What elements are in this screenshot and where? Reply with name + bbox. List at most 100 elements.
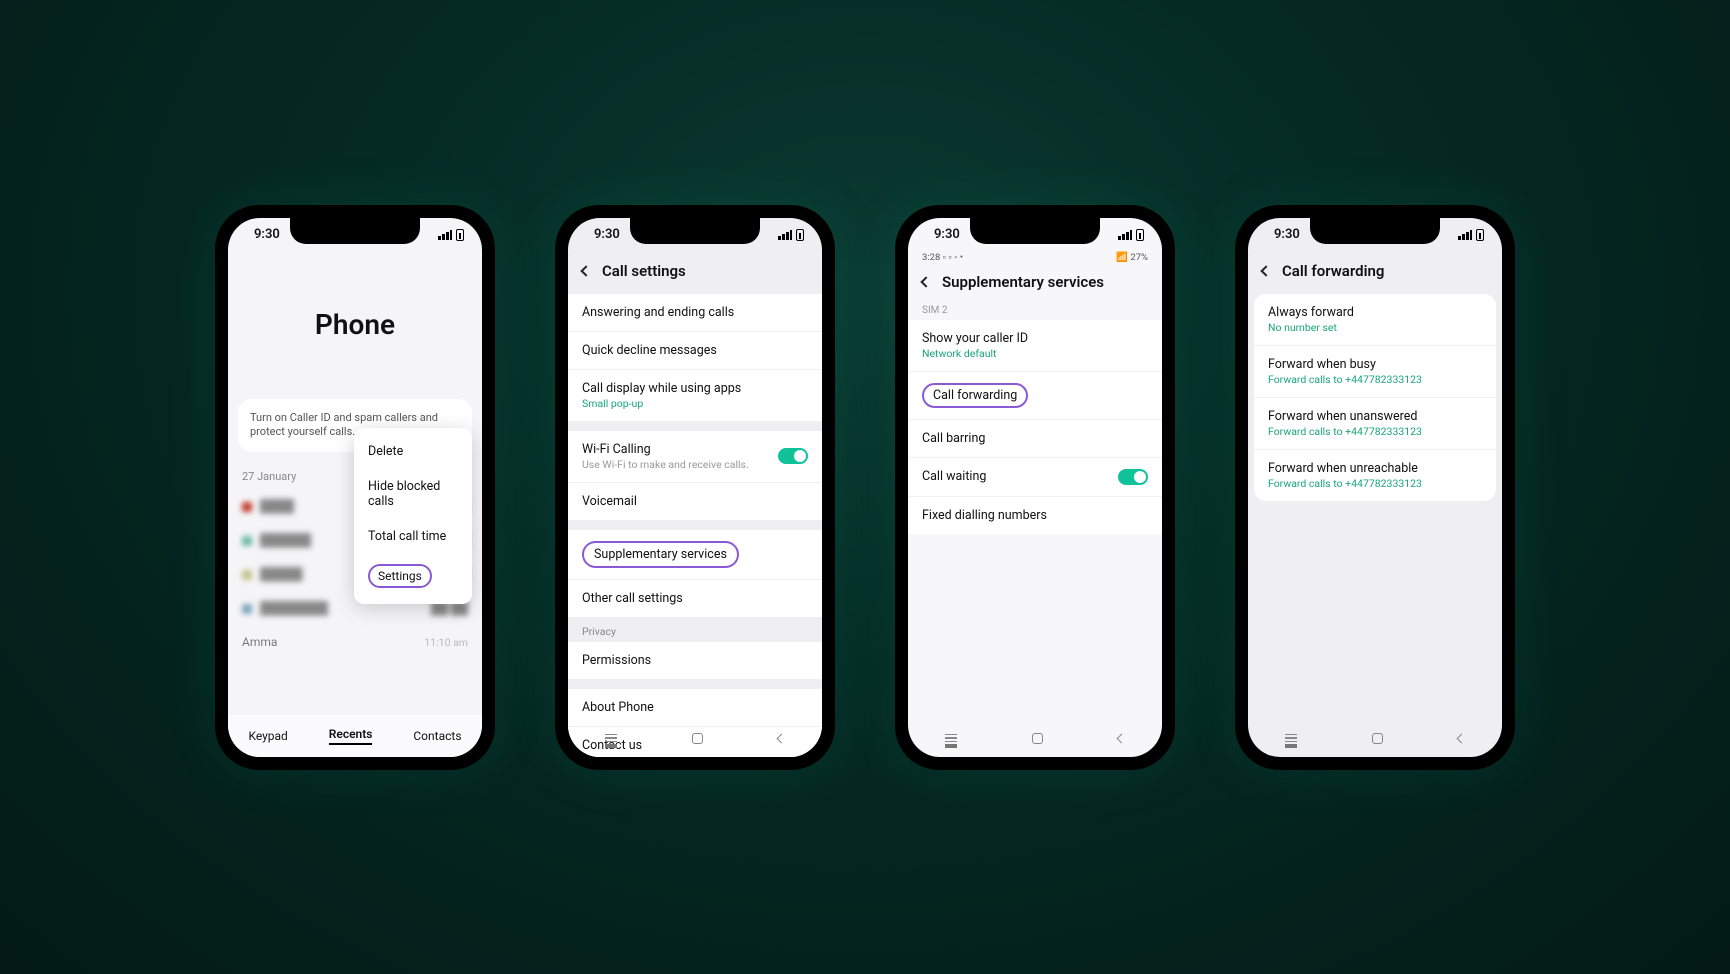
android-nav-bar [908, 721, 1162, 757]
row-label: Always forward [1268, 305, 1482, 320]
menu-settings[interactable]: Settings [354, 554, 472, 598]
call-waiting-toggle[interactable] [1118, 469, 1148, 485]
row-sub: Forward calls to +447782333123 [1268, 373, 1482, 386]
nav-home-icon[interactable] [692, 733, 703, 744]
notch [1310, 218, 1440, 244]
row-voicemail[interactable]: Voicemail [568, 482, 822, 520]
status-time: 9:30 [934, 227, 960, 242]
title-bar: Call forwarding [1248, 252, 1502, 294]
row-forward-unreachable[interactable]: Forward when unreachable Forward calls t… [1254, 449, 1496, 501]
row-call-forwarding[interactable]: Call forwarding [908, 371, 1162, 419]
phone-mock-3: 9:30 3:28 ▫ ▫ ◦ • 📶 27% Supplementary se… [895, 205, 1175, 770]
row-label: Call waiting [922, 469, 986, 484]
row-sub: Forward calls to +447782333123 [1268, 477, 1482, 490]
back-icon[interactable] [920, 276, 931, 287]
recents-item-time: 11:10 am [424, 636, 468, 649]
nav-back-icon[interactable] [776, 734, 786, 744]
screen-title: Call forwarding [1282, 262, 1384, 280]
phone-mock-1: 9:30 Phone Turn on Caller ID and spam ca… [215, 205, 495, 770]
phone-mock-4: 9:30 Call forwarding Always forward No n… [1235, 205, 1515, 770]
title-bar: Call settings [568, 252, 822, 294]
signal-icon [778, 230, 792, 240]
status-icons [778, 229, 804, 241]
row-fixed-dialling[interactable]: Fixed dialling numbers [908, 496, 1162, 534]
row-call-waiting[interactable]: Call waiting [908, 457, 1162, 496]
menu-hide-blocked[interactable]: Hide blocked calls [354, 469, 472, 519]
signal-icon [438, 230, 452, 240]
row-answering[interactable]: Answering and ending calls [568, 294, 822, 331]
row-supplementary[interactable]: Supplementary services [568, 530, 822, 579]
row-sub: Forward calls to +447782333123 [1268, 425, 1482, 438]
row-always-forward[interactable]: Always forward No number set [1254, 294, 1496, 345]
row-label: Forward when unanswered [1268, 409, 1482, 424]
phone-screen-4: 9:30 Call forwarding Always forward No n… [1248, 218, 1502, 757]
app-title: Phone [228, 308, 482, 341]
row-sub: Use Wi-Fi to make and receive calls. [582, 458, 749, 471]
title-bar: Supplementary services [908, 263, 1162, 305]
row-caller-id[interactable]: Show your caller ID Network default [908, 320, 1162, 371]
row-wifi-calling[interactable]: Wi-Fi Calling Use Wi-Fi to make and rece… [568, 431, 822, 482]
status-icons [1458, 229, 1484, 241]
phone-mock-2: 9:30 Call settings Answering and ending … [555, 205, 835, 770]
recents-item-name: Amma [242, 635, 277, 649]
row-forward-unanswered[interactable]: Forward when unanswered Forward calls to… [1254, 397, 1496, 449]
privacy-section-header: Privacy [568, 617, 822, 642]
nav-back-icon[interactable] [1116, 734, 1126, 744]
battery-icon [796, 229, 804, 241]
phone-screen-2: 9:30 Call settings Answering and ending … [568, 218, 822, 757]
notch [630, 218, 760, 244]
tab-recents[interactable]: Recents [329, 727, 373, 745]
row-permissions[interactable]: Permissions [568, 642, 822, 679]
screen-title: Call settings [602, 262, 686, 280]
inner-status-bar: 3:28 ▫ ▫ ◦ • 📶 27% [908, 252, 1162, 263]
row-label: Wi-Fi Calling [582, 442, 749, 457]
nav-home-icon[interactable] [1372, 733, 1383, 744]
supplementary-highlight: Supplementary services [582, 541, 739, 568]
sim-label: SIM 2 [908, 305, 1162, 320]
notch [290, 218, 420, 244]
status-time: 9:30 [594, 227, 620, 242]
bottom-tab-bar: Keypad Recents Contacts [228, 715, 482, 757]
back-icon[interactable] [580, 265, 591, 276]
nav-recents-icon[interactable] [945, 734, 957, 744]
phone-screen-1: 9:30 Phone Turn on Caller ID and spam ca… [228, 218, 482, 757]
nav-home-icon[interactable] [1032, 733, 1043, 744]
inner-battery: 27% [1130, 252, 1148, 263]
row-other-settings[interactable]: Other call settings [568, 579, 822, 617]
row-sub: Small pop-up [582, 397, 808, 410]
android-nav-bar [1248, 721, 1502, 757]
battery-icon [1476, 229, 1484, 241]
status-icons [438, 229, 464, 241]
battery-icon [456, 229, 464, 241]
status-time: 9:30 [1274, 227, 1300, 242]
nav-recents-icon[interactable] [1285, 734, 1297, 744]
row-label: Forward when unreachable [1268, 461, 1482, 476]
menu-settings-highlight: Settings [368, 564, 432, 588]
android-nav-bar [568, 721, 822, 757]
nav-recents-icon[interactable] [605, 734, 617, 744]
notch [970, 218, 1100, 244]
signal-icon [1118, 230, 1132, 240]
screen-title: Supplementary services [942, 273, 1104, 291]
row-sub: No number set [1268, 321, 1482, 334]
row-call-display[interactable]: Call display while using apps Small pop-… [568, 369, 822, 421]
recents-item[interactable]: Amma 11:10 am [228, 625, 482, 659]
status-time: 9:30 [254, 227, 280, 242]
call-forwarding-highlight: Call forwarding [922, 383, 1028, 408]
row-decline[interactable]: Quick decline messages [568, 331, 822, 369]
inner-time: 3:28 [922, 252, 940, 263]
status-icons [1118, 229, 1144, 241]
back-icon[interactable] [1260, 265, 1271, 276]
phone-screen-3: 9:30 3:28 ▫ ▫ ◦ • 📶 27% Supplementary se… [908, 218, 1162, 757]
nav-back-icon[interactable] [1456, 734, 1466, 744]
row-label: Forward when busy [1268, 357, 1482, 372]
menu-delete[interactable]: Delete [354, 434, 472, 469]
wifi-calling-toggle[interactable] [778, 448, 808, 464]
signal-icon [1458, 230, 1472, 240]
row-call-barring[interactable]: Call barring [908, 419, 1162, 457]
row-sub: Network default [922, 347, 1148, 360]
tab-contacts[interactable]: Contacts [413, 729, 461, 743]
row-forward-busy[interactable]: Forward when busy Forward calls to +4477… [1254, 345, 1496, 397]
menu-total-call-time[interactable]: Total call time [354, 519, 472, 554]
tab-keypad[interactable]: Keypad [248, 729, 287, 743]
